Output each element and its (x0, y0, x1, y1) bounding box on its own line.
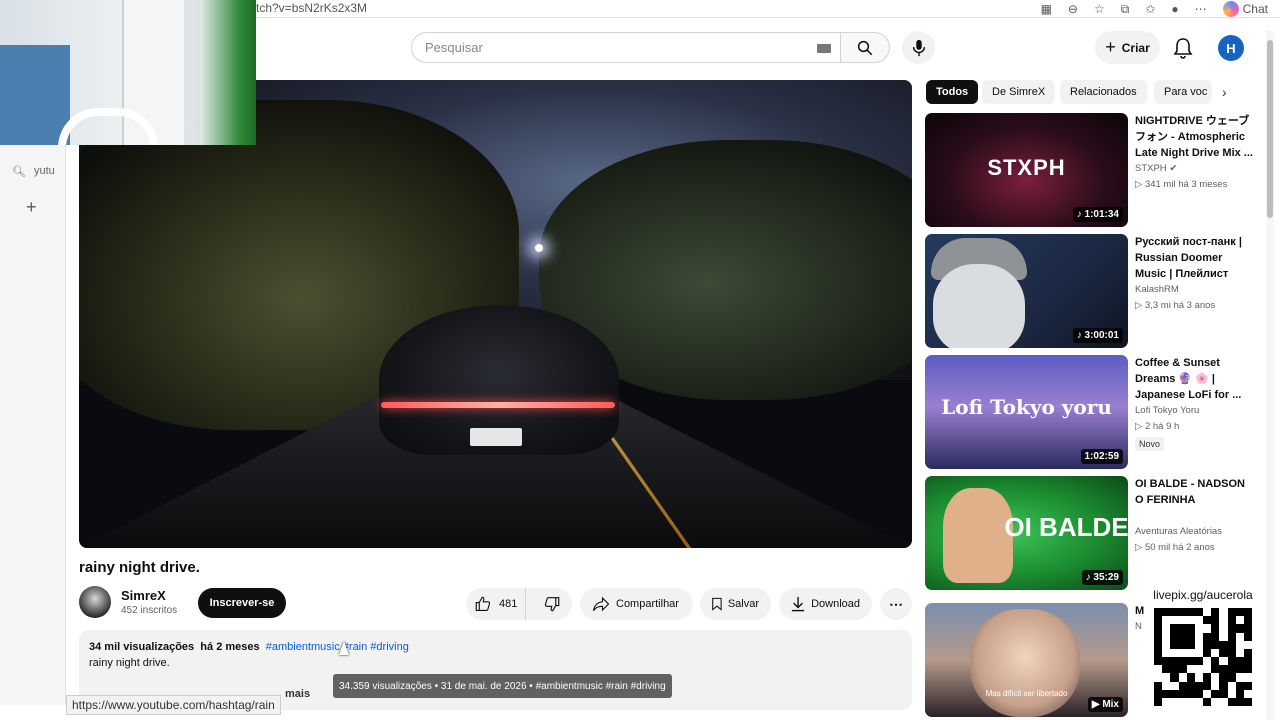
share-label: Compartilhar (616, 598, 679, 610)
apps-icon[interactable]: ▦ (1041, 2, 1052, 16)
video-thumbnail[interactable]: STXPH ♪ 1:01:34 (925, 113, 1128, 227)
chevron-right-icon[interactable]: › (1222, 84, 1227, 100)
bookmark-icon (712, 597, 722, 611)
rec-meta: ▷ 50 mil há 2 anos (1135, 542, 1215, 553)
create-label: Criar (1121, 40, 1150, 55)
duration-badge: ▶ Mix (1087, 697, 1123, 712)
search-button[interactable] (840, 32, 890, 63)
rec-meta: ▷ 3,3 mi há 3 anos (1135, 300, 1216, 311)
channel-name[interactable]: SimreX (121, 588, 166, 603)
account-avatar[interactable]: H (1218, 35, 1244, 61)
thumbs-down-icon (545, 597, 560, 612)
create-button[interactable]: + Criar (1095, 31, 1160, 64)
dislike-button[interactable] (532, 588, 572, 620)
video-thumbnail[interactable]: OI BALDE ♪ 35:29 (925, 476, 1128, 590)
voice-search-button[interactable] (902, 31, 935, 64)
add-icon[interactable]: + (26, 197, 37, 218)
share-button[interactable]: Compartilhar (580, 588, 693, 620)
favorites-list-icon[interactable]: ✩ (1145, 2, 1155, 16)
subscribe-button[interactable]: Inscrever-se (198, 588, 286, 618)
browser-sidebar: 🔍︎ yutu + (0, 145, 66, 705)
recommendation-item[interactable]: ♪ 3:00:01 Русский пост-панк | Russian Do… (925, 234, 1255, 348)
video-player[interactable] (79, 80, 912, 548)
mouse-cursor (339, 641, 349, 655)
view-count: 34 mil visualizações (89, 641, 195, 653)
sidebar-search[interactable]: 🔍︎ yutu (12, 165, 55, 178)
browser-icons: ▦ ⊖ ☆ ⧉ ✩ ● ⋯ Chat (1041, 0, 1280, 18)
chip-todos[interactable]: Todos (926, 80, 979, 104)
save-button[interactable]: Salvar (700, 588, 771, 620)
chip-relacionados[interactable]: Relacionados (1060, 80, 1147, 104)
hashtags-link[interactable]: #ambientmusic #rain #driving (266, 641, 409, 653)
status-bar-url: https://www.youtube.com/hashtag/rain (66, 695, 281, 715)
webcam-overlay (0, 0, 256, 145)
plus-icon: + (1105, 37, 1116, 57)
duration-badge: ♪ 35:29 (1081, 570, 1123, 585)
chat-label: Chat (1242, 2, 1268, 16)
rec-channel[interactable]: STXPH ✔︎ (1135, 163, 1177, 174)
search-input[interactable]: Pesquisar (411, 32, 841, 63)
extensions-icon[interactable]: ⧉ (1121, 2, 1130, 17)
livepix-label: livepix.gg/aucerola (1153, 588, 1253, 602)
copilot-icon (1222, 1, 1239, 17)
rec-meta: ▷ 2 há 9 h (1135, 421, 1180, 432)
search-icon (857, 40, 873, 55)
description-meta: 34 mil visualizações há 2 meses #ambient… (89, 641, 409, 653)
search-icon: 🔍︎ (12, 166, 26, 178)
more-actions-button[interactable]: ⋯ (880, 588, 912, 620)
rec-meta: ▷ 341 mil há 3 meses (1135, 179, 1228, 190)
video-thumbnail[interactable]: Lofi Tokyo yoru 1:02:59 (925, 355, 1128, 469)
verified-icon: ✔︎ (1169, 163, 1178, 174)
recommendation-item[interactable]: Lofi Tokyo yoru 1:02:59 Coffee & Sunset … (925, 355, 1255, 469)
favorite-icon[interactable]: ☆ (1094, 2, 1105, 16)
views-tooltip: 34.359 visualizações • 31 de mai. de 202… (333, 674, 672, 698)
profile-icon[interactable]: ● (1171, 2, 1178, 16)
rec-title[interactable]: OI BALDE - NADSON O FERINHA (1135, 476, 1253, 508)
like-count: 481 (499, 598, 518, 610)
description-text: rainy night drive. (89, 657, 170, 669)
duration-badge: ♪ 3:00:01 (1072, 328, 1123, 343)
address-bar[interactable]: tch?v=bsN2rKs2x3M (256, 1, 367, 15)
recommendation-item[interactable]: STXPH ♪ 1:01:34 NIGHTDRIVE ウェーブフォン - Atm… (925, 113, 1255, 227)
download-icon (791, 596, 805, 612)
duration-badge: 1:02:59 (1080, 449, 1123, 464)
bell-icon (1173, 38, 1193, 59)
video-thumbnail[interactable]: Mas difícil ser libertado ▶ Mix (925, 603, 1128, 717)
video-title: rainy night drive. (79, 559, 200, 576)
like-dislike-group: 481 (466, 588, 572, 620)
chip-de-simrex[interactable]: De SimreX (982, 80, 1056, 104)
thumbs-up-icon (475, 596, 491, 611)
download-label: Download (811, 598, 860, 610)
notifications-button[interactable] (1173, 37, 1193, 64)
like-button[interactable]: 481 (466, 588, 527, 620)
microphone-icon (912, 39, 925, 56)
upload-age: há 2 meses (200, 641, 260, 653)
search-placeholder: Pesquisar (425, 40, 483, 55)
rec-channel[interactable]: Aventuras Aleatórias (1135, 526, 1222, 537)
qr-code (1152, 606, 1254, 708)
sidebar-search-text: yutu (33, 165, 55, 177)
rec-title[interactable]: Coffee & Sunset Dreams 🔮 🌸 | Japanese Lo… (1135, 355, 1253, 403)
rec-title[interactable]: Русский пост-панк | Russian Doomer Music… (1135, 234, 1253, 282)
video-thumbnail[interactable]: ♪ 3:00:01 (925, 234, 1128, 348)
keyboard-icon[interactable] (817, 44, 831, 53)
download-button[interactable]: Download (779, 588, 872, 620)
save-label: Salvar (727, 598, 759, 610)
rec-title[interactable]: NIGHTDRIVE ウェーブフォン - Atmospheric Late Ni… (1135, 113, 1253, 161)
share-icon (592, 596, 610, 612)
scrollbar-thumb[interactable] (1267, 40, 1273, 218)
rec-channel[interactable]: Lofi Tokyo Yoru (1135, 405, 1199, 416)
rec-channel[interactable]: N (1135, 621, 1142, 632)
recommendation-item[interactable]: OI BALDE ♪ 35:29 OI BALDE - NADSON O FER… (925, 476, 1255, 590)
copilot-chat-button[interactable]: Chat (1222, 1, 1268, 17)
zoom-icon[interactable]: ⊖ (1068, 2, 1078, 16)
browser-menu-icon[interactable]: ⋯ (1195, 2, 1207, 16)
rec-channel[interactable]: KalashRM (1135, 284, 1179, 295)
chip-para-voce[interactable]: Para voc (1154, 80, 1212, 104)
duration-badge: ♪ 1:01:34 (1072, 207, 1123, 222)
new-badge: Novo (1135, 437, 1165, 451)
subscriber-count: 452 inscritos (121, 605, 178, 616)
channel-avatar[interactable] (79, 586, 111, 618)
